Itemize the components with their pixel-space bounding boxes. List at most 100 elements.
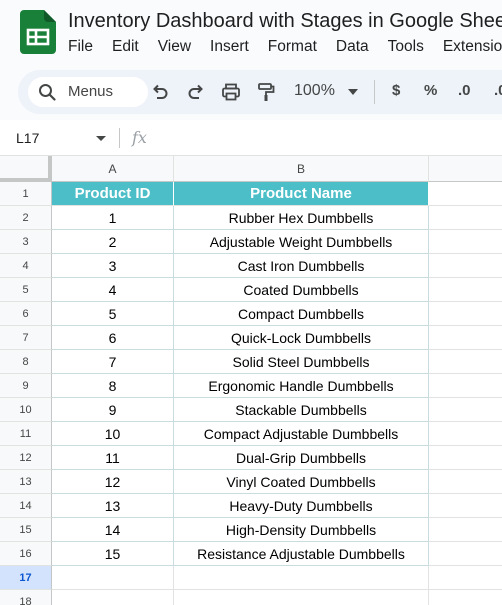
- row-header-18[interactable]: 18: [0, 590, 52, 605]
- row-header-15[interactable]: 15: [0, 518, 52, 542]
- menu-format[interactable]: Format: [268, 38, 317, 56]
- zoom-select[interactable]: 100%: [294, 82, 335, 100]
- table-cell-a10[interactable]: 9: [52, 398, 174, 422]
- row-header-2[interactable]: 2: [0, 206, 52, 230]
- header-cell-a1[interactable]: Product ID: [52, 182, 174, 206]
- table-cell-b5[interactable]: Coated Dumbbells: [174, 278, 429, 302]
- table-cell-a2[interactable]: 1: [52, 206, 174, 230]
- table-cell-a7[interactable]: 6: [52, 326, 174, 350]
- table-cell-b7[interactable]: Quick-Lock Dumbbells: [174, 326, 429, 350]
- empty-cell-c3[interactable]: [429, 230, 502, 254]
- table-cell-a3[interactable]: 2: [52, 230, 174, 254]
- increase-decimal-button[interactable]: .0: [494, 82, 502, 99]
- row-header-11[interactable]: 11: [0, 422, 52, 446]
- table-cell-a16[interactable]: 15: [52, 542, 174, 566]
- row-header-6[interactable]: 6: [0, 302, 52, 326]
- row-header-1[interactable]: 1: [0, 182, 52, 206]
- empty-cell-c15[interactable]: [429, 518, 502, 542]
- empty-cell-c16[interactable]: [429, 542, 502, 566]
- table-cell-b15[interactable]: High-Density Dumbbells: [174, 518, 429, 542]
- select-all-corner[interactable]: [0, 156, 52, 182]
- menu-tools[interactable]: Tools: [388, 38, 424, 56]
- header-cell-b1[interactable]: Product Name: [174, 182, 429, 206]
- empty-cell-c7[interactable]: [429, 326, 502, 350]
- row-header-16[interactable]: 16: [0, 542, 52, 566]
- undo-icon[interactable]: [150, 82, 170, 102]
- empty-cell-c11[interactable]: [429, 422, 502, 446]
- empty-cell-c9[interactable]: [429, 374, 502, 398]
- print-icon[interactable]: [221, 82, 241, 102]
- row-header-3[interactable]: 3: [0, 230, 52, 254]
- row-header-10[interactable]: 10: [0, 398, 52, 422]
- table-cell-a4[interactable]: 3: [52, 254, 174, 278]
- row-header-8[interactable]: 8: [0, 350, 52, 374]
- empty-cell-c12[interactable]: [429, 446, 502, 470]
- table-cell-b16[interactable]: Resistance Adjustable Dumbbells: [174, 542, 429, 566]
- table-cell-b6[interactable]: Compact Dumbbells: [174, 302, 429, 326]
- empty-cell-c14[interactable]: [429, 494, 502, 518]
- search-menus-button[interactable]: Menus: [28, 77, 148, 107]
- row-header-17[interactable]: 17: [0, 566, 52, 590]
- empty-cell-c6[interactable]: [429, 302, 502, 326]
- table-cell-b3[interactable]: Adjustable Weight Dumbbells: [174, 230, 429, 254]
- empty-cell-c18[interactable]: [429, 590, 502, 605]
- redo-icon[interactable]: [186, 82, 206, 102]
- empty-cell-a18[interactable]: [52, 590, 174, 605]
- format-currency-button[interactable]: $: [392, 82, 400, 99]
- empty-cell-b18[interactable]: [174, 590, 429, 605]
- row-header-7[interactable]: 7: [0, 326, 52, 350]
- empty-cell-c1[interactable]: [429, 182, 502, 206]
- table-cell-a13[interactable]: 12: [52, 470, 174, 494]
- empty-cell-c5[interactable]: [429, 278, 502, 302]
- table-cell-b4[interactable]: Cast Iron Dumbbells: [174, 254, 429, 278]
- sheets-logo-icon[interactable]: [20, 10, 56, 54]
- menu-insert[interactable]: Insert: [210, 38, 249, 56]
- empty-cell-c13[interactable]: [429, 470, 502, 494]
- format-percent-button[interactable]: %: [424, 82, 437, 99]
- table-cell-a6[interactable]: 5: [52, 302, 174, 326]
- table-cell-a5[interactable]: 4: [52, 278, 174, 302]
- row-header-14[interactable]: 14: [0, 494, 52, 518]
- column-header-a[interactable]: A: [52, 156, 174, 182]
- table-cell-b12[interactable]: Dual-Grip Dumbbells: [174, 446, 429, 470]
- table-cell-b10[interactable]: Stackable Dumbbells: [174, 398, 429, 422]
- column-header-b[interactable]: B: [174, 156, 429, 182]
- table-cell-b8[interactable]: Solid Steel Dumbbells: [174, 350, 429, 374]
- table-cell-a15[interactable]: 14: [52, 518, 174, 542]
- row-header-12[interactable]: 12: [0, 446, 52, 470]
- menu-file[interactable]: File: [68, 38, 93, 56]
- table-cell-b2[interactable]: Rubber Hex Dumbbells: [174, 206, 429, 230]
- paint-format-icon[interactable]: [256, 82, 276, 102]
- row-header-9[interactable]: 9: [0, 374, 52, 398]
- row-header-5[interactable]: 5: [0, 278, 52, 302]
- table-cell-a12[interactable]: 11: [52, 446, 174, 470]
- row-header-13[interactable]: 13: [0, 470, 52, 494]
- row-header-4[interactable]: 4: [0, 254, 52, 278]
- empty-cell-c17[interactable]: [429, 566, 502, 590]
- empty-cell-a17[interactable]: [52, 566, 174, 590]
- table-cell-a9[interactable]: 8: [52, 374, 174, 398]
- document-title[interactable]: Inventory Dashboard with Stages in Googl…: [68, 10, 502, 33]
- column-header-c[interactable]: C: [429, 156, 502, 182]
- table-cell-a14[interactable]: 13: [52, 494, 174, 518]
- empty-cell-c8[interactable]: [429, 350, 502, 374]
- table-cell-b13[interactable]: Vinyl Coated Dumbbells: [174, 470, 429, 494]
- empty-cell-c10[interactable]: [429, 398, 502, 422]
- menu-edit[interactable]: Edit: [112, 38, 139, 56]
- decrease-decimal-button[interactable]: .0: [458, 82, 471, 99]
- table-cell-a8[interactable]: 7: [52, 350, 174, 374]
- table-cell-b14[interactable]: Heavy-Duty Dumbbells: [174, 494, 429, 518]
- table-cell-b11[interactable]: Compact Adjustable Dumbbells: [174, 422, 429, 446]
- empty-cell-c2[interactable]: [429, 206, 502, 230]
- toolbar: Menus 100% $ % .0 .0: [18, 70, 502, 114]
- table-cell-a11[interactable]: 10: [52, 422, 174, 446]
- menu-extensions[interactable]: Extensions: [443, 38, 502, 56]
- zoom-chevron-down-icon[interactable]: [348, 89, 358, 95]
- table-cell-b9[interactable]: Ergonomic Handle Dumbbells: [174, 374, 429, 398]
- menu-data[interactable]: Data: [336, 38, 369, 56]
- name-box[interactable]: L17: [16, 130, 39, 146]
- menu-view[interactable]: View: [158, 38, 191, 56]
- name-box-chevron-down-icon[interactable]: [96, 136, 106, 141]
- empty-cell-b17[interactable]: [174, 566, 429, 590]
- empty-cell-c4[interactable]: [429, 254, 502, 278]
